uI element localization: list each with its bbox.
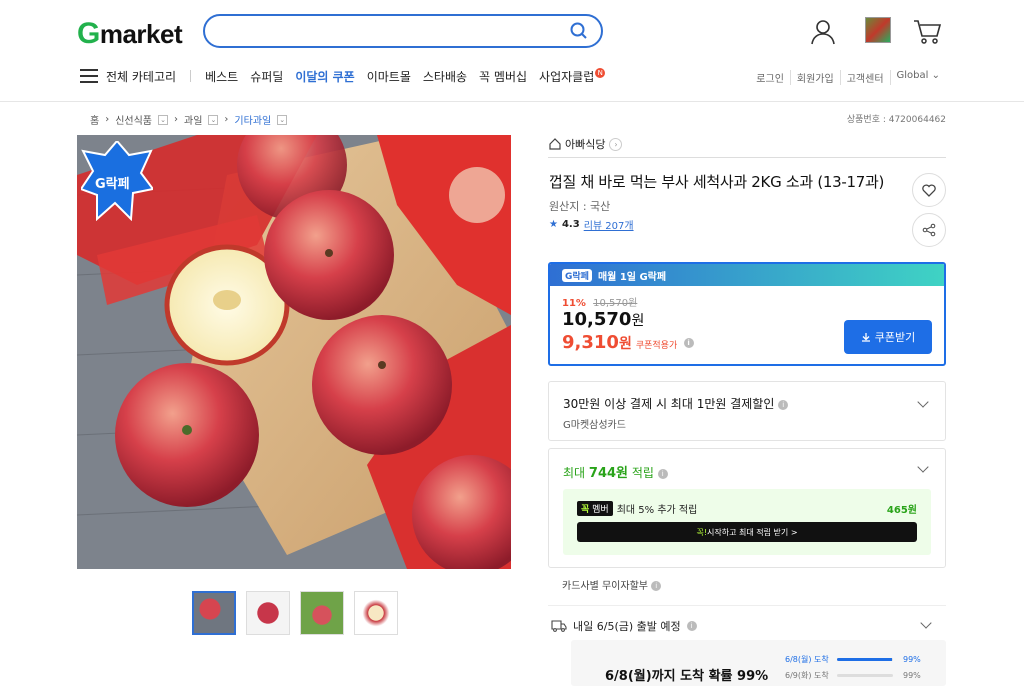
- membership-box: 꼭 멤버 최대 5% 추가 적립 465원 꼭! 시작하고 최대 적립 받기 >: [563, 489, 931, 555]
- thumbnail[interactable]: [246, 591, 290, 635]
- all-category-button[interactable]: 전체 카테고리: [106, 68, 176, 85]
- product-title: 껍질 채 바로 먹는 부사 세척사과 2KG 소과 (13-17과): [549, 173, 885, 191]
- download-icon: [861, 333, 870, 342]
- thumbnail[interactable]: [354, 591, 398, 635]
- search-input[interactable]: [221, 21, 561, 41]
- arrival-probability-box: 6/8(월)까지 도착 확률 99% 6/8(월) 도착 99% 6/9(화) …: [571, 640, 946, 686]
- membership-logo: 꼭 멤버: [577, 501, 613, 516]
- star-icon: ★: [549, 219, 558, 230]
- nav-item-membership[interactable]: 꼭 멤버십: [479, 68, 527, 85]
- search-bar[interactable]: [203, 14, 603, 48]
- nav-item-superdeal[interactable]: 슈퍼딜: [250, 68, 283, 85]
- menu-icon[interactable]: [80, 69, 98, 83]
- global-link[interactable]: Global ⌄: [889, 70, 946, 85]
- shipping-text: 내일 6/5(금) 출발 예정: [573, 620, 681, 633]
- cart-icon[interactable]: [912, 16, 942, 46]
- product-main-image[interactable]: G락페: [77, 135, 511, 569]
- chevron-down-icon[interactable]: ⌄: [208, 114, 219, 125]
- arrival-row: 6/9(화) 도착 99%: [785, 671, 921, 680]
- breadcrumb-other-fruit[interactable]: 기타과일: [234, 112, 271, 127]
- shop-name: 아빠식당: [565, 138, 606, 151]
- share-icon: [922, 223, 936, 237]
- card-name: G마켓삼성카드: [563, 420, 626, 431]
- points-panel: 최대 744원 적립 i 꼭 멤버 최대 5% 추가 적립 465원 꼭! 시작…: [548, 448, 946, 568]
- arrival-probability-text: 6/8(월)까지 도착 확률 99%: [605, 669, 769, 684]
- nav-item-star-delivery[interactable]: 스타배송: [423, 68, 467, 85]
- probability-bar: [837, 674, 893, 677]
- breadcrumb: 홈 › 신선식품 ⌄ › 과일 ⌄ › 기타과일 ⌄: [90, 112, 288, 127]
- info-icon[interactable]: i: [657, 468, 668, 479]
- card-discount-title: 30만원 이상 결제 시 최대 1만원 결제할인 i: [563, 395, 789, 412]
- share-button[interactable]: [912, 213, 946, 247]
- breadcrumb-fruit[interactable]: 과일: [184, 112, 202, 127]
- card-discount-panel[interactable]: 30만원 이상 결제 시 최대 1만원 결제할인 i G마켓삼성카드: [548, 381, 946, 441]
- divider: [548, 605, 946, 606]
- chevron-down-icon[interactable]: ⌄: [158, 114, 169, 125]
- product-number: 상품번호 : 4720064462: [846, 115, 946, 125]
- divider: [190, 70, 192, 82]
- sale-price: 10,570원: [562, 309, 645, 330]
- review-link[interactable]: 리뷰 207개: [584, 217, 634, 232]
- probability-bar: [837, 658, 893, 661]
- get-coupon-button[interactable]: 쿠폰받기: [844, 320, 932, 354]
- login-link[interactable]: 로그인: [750, 70, 790, 85]
- header: Gmarket 전체 카테고리 베스트 슈퍼딜 이달의 쿠폰 이마트몰 스타배송…: [0, 0, 1024, 102]
- coupon-headline: 매월 1일 G락페: [597, 271, 667, 283]
- chevron-down-icon[interactable]: [920, 617, 932, 629]
- main-nav: 전체 카테고리 베스트 슈퍼딜 이달의 쿠폰 이마트몰 스타배송 꼭 멤버십 사…: [80, 67, 617, 85]
- truck-icon: [551, 620, 567, 632]
- search-icon[interactable]: [569, 21, 589, 41]
- membership-line: 꼭 멤버 최대 5% 추가 적립: [577, 501, 697, 516]
- original-price: 10,570원: [593, 298, 638, 309]
- shop-link[interactable]: 아빠식당 ›: [549, 136, 623, 152]
- breadcrumb-home[interactable]: 홈: [90, 112, 99, 127]
- thumbnail-strip: [192, 591, 398, 635]
- points-title: 최대 744원 적립 i: [563, 462, 668, 481]
- nav-item-best[interactable]: 베스트: [205, 68, 238, 85]
- info-icon[interactable]: i: [651, 581, 662, 591]
- shipping-line: 내일 6/5(금) 출발 예정 i: [551, 618, 697, 634]
- chevron-down-icon[interactable]: [917, 461, 929, 473]
- coupon-price-box: G락페 매월 1일 G락페 11% 10,570원 10,570원 9,310원…: [548, 262, 946, 366]
- origin-text: 원산지 : 국산: [549, 200, 611, 213]
- chevron-down-icon[interactable]: ⌄: [277, 114, 288, 125]
- info-icon[interactable]: i: [683, 338, 694, 348]
- arrival-row: 6/8(월) 도착 99%: [785, 655, 921, 664]
- coupon-header: G락페 매월 1일 G락페: [550, 264, 944, 286]
- installment-info: 카드사별 무이자할부 i: [562, 577, 662, 592]
- nav-item-business-club[interactable]: 사업자클럽 N: [539, 67, 606, 85]
- coupon-price: 9,310원 쿠폰적용가 i: [562, 332, 694, 353]
- new-badge: N: [595, 67, 606, 78]
- divider: [548, 157, 946, 158]
- discount-percent: 11%: [562, 298, 586, 309]
- recent-item-thumb[interactable]: [865, 17, 891, 43]
- store-icon: [549, 138, 561, 150]
- gmarket-logo[interactable]: Gmarket: [77, 17, 183, 51]
- g-festival-badge: G락페: [562, 268, 592, 282]
- user-icon[interactable]: [808, 17, 838, 47]
- discount-line: 11% 10,570원: [562, 294, 637, 309]
- utility-links: 로그인 회원가입 고객센터 Global ⌄: [750, 70, 946, 85]
- nav-item-emart[interactable]: 이마트몰: [367, 68, 411, 85]
- breadcrumb-fresh[interactable]: 신선식품: [115, 112, 152, 127]
- heart-icon: [922, 183, 936, 197]
- g-festival-sticker: G락페: [79, 139, 155, 222]
- rating: ★ 4.3 리뷰 207개: [549, 217, 634, 232]
- membership-amount: 465원: [886, 505, 917, 516]
- thumbnail[interactable]: [300, 591, 344, 635]
- info-icon[interactable]: i: [686, 621, 697, 631]
- wishlist-button[interactable]: [912, 173, 946, 207]
- membership-start-button[interactable]: 꼭! 시작하고 최대 적립 받기 >: [577, 522, 917, 542]
- signup-link[interactable]: 회원가입: [789, 70, 840, 85]
- chevron-down-icon[interactable]: [917, 396, 929, 408]
- rating-value: 4.3: [561, 219, 580, 230]
- customer-center-link[interactable]: 고객센터: [839, 70, 890, 85]
- nav-item-coupon[interactable]: 이달의 쿠폰: [295, 68, 354, 85]
- info-icon[interactable]: i: [778, 399, 789, 410]
- thumbnail[interactable]: [192, 591, 236, 635]
- chevron-right-icon: ›: [609, 137, 623, 151]
